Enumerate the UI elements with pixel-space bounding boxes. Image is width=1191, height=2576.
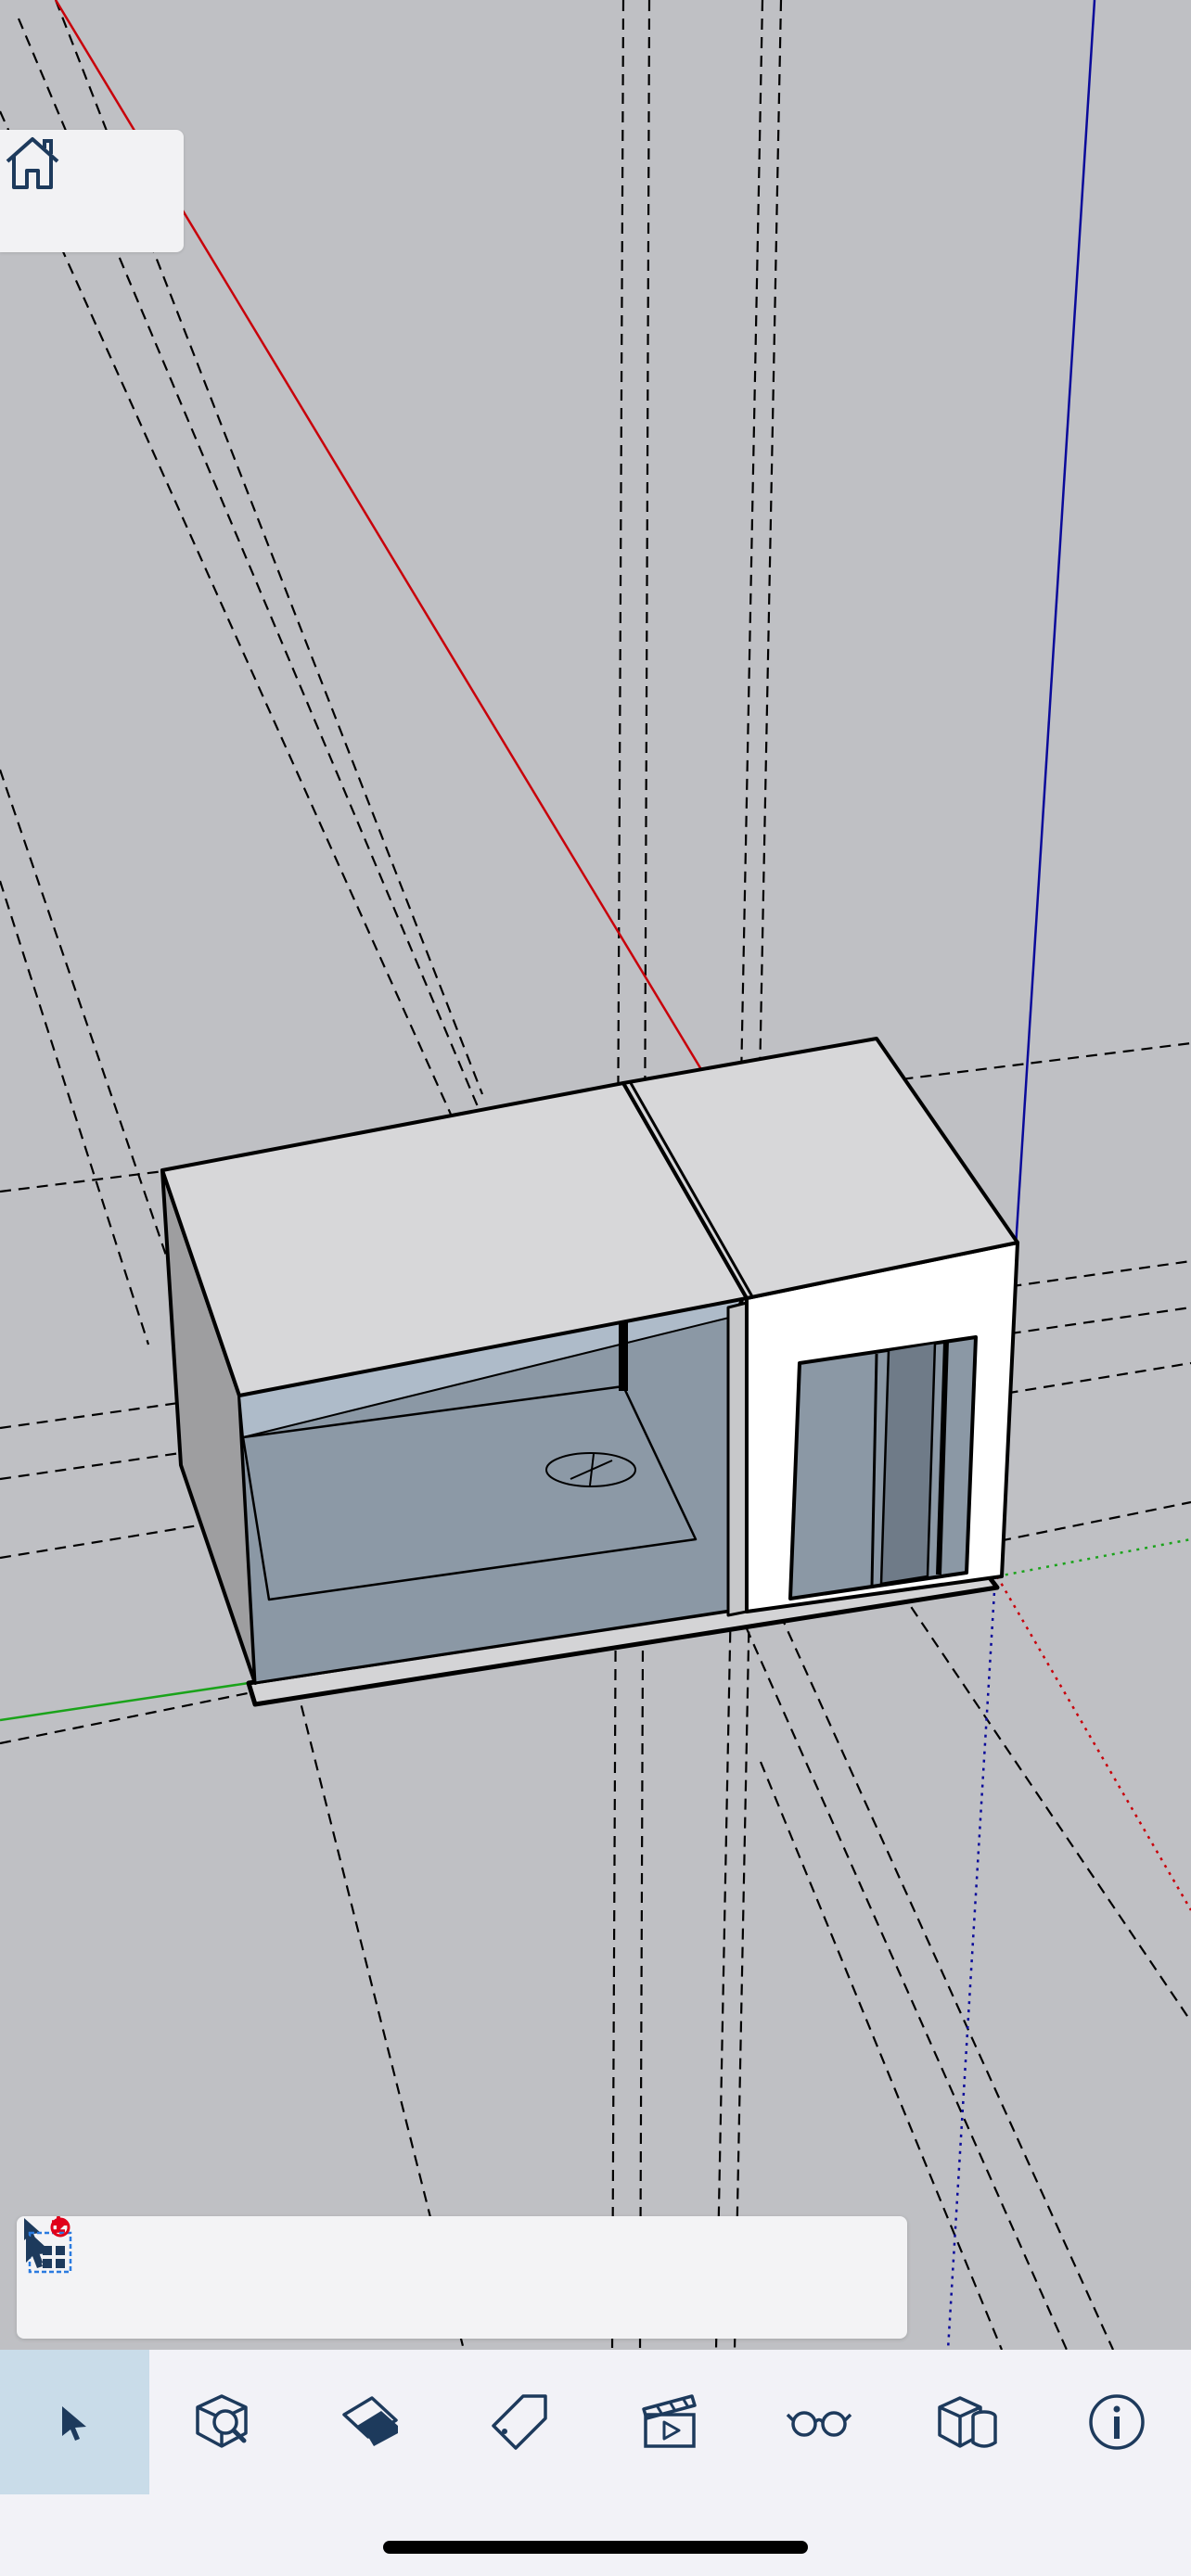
select-subtract-button[interactable] — [26, 2222, 339, 2333]
sketchup-app — [0, 0, 1191, 2576]
select-all-button[interactable] — [24, 2218, 696, 2333]
model-viewport[interactable] — [0, 0, 1191, 2350]
scenes-icon — [642, 2394, 697, 2448]
home-indicator[interactable] — [383, 2541, 808, 2554]
bottom-toolbar — [0, 2350, 1191, 2576]
red-axis-negative — [995, 1575, 1191, 1911]
divider-wall — [726, 1301, 749, 1617]
orbit-zoom-tool-button[interactable] — [149, 2350, 299, 2494]
tag-tool-button[interactable] — [447, 2350, 596, 2494]
scenes-tool-button[interactable] — [596, 2350, 745, 2494]
components-tool-button[interactable] — [893, 2350, 1043, 2494]
select-tool-button[interactable] — [0, 2350, 149, 2494]
model-canvas[interactable] — [0, 0, 1191, 2350]
glasses-icon — [786, 2411, 852, 2437]
info-tool-button[interactable] — [1043, 2350, 1191, 2494]
select-toggle-button[interactable] — [26, 2216, 518, 2333]
selection-mode-toolbar — [17, 2216, 907, 2339]
select-none-icon — [26, 2217, 70, 2268]
info-icon — [1089, 2394, 1145, 2450]
select-none-button[interactable] — [26, 2217, 874, 2333]
home-button[interactable] — [0, 130, 184, 252]
tool-row — [0, 2350, 1191, 2494]
orbit-zoom-icon — [196, 2394, 248, 2448]
green-axis — [0, 1681, 250, 1722]
green-axis-negative — [996, 1537, 1191, 1578]
eraser-tool-button[interactable] — [298, 2350, 447, 2494]
select-arrow-icon — [62, 2406, 87, 2441]
doorway-inner-wall — [879, 1341, 937, 1586]
building-model[interactable] — [160, 1037, 1019, 1707]
components-icon — [938, 2396, 997, 2448]
eraser-icon — [342, 2396, 399, 2446]
view-tool-button[interactable] — [745, 2350, 894, 2494]
tag-icon — [492, 2394, 547, 2450]
home-icon — [6, 137, 59, 189]
